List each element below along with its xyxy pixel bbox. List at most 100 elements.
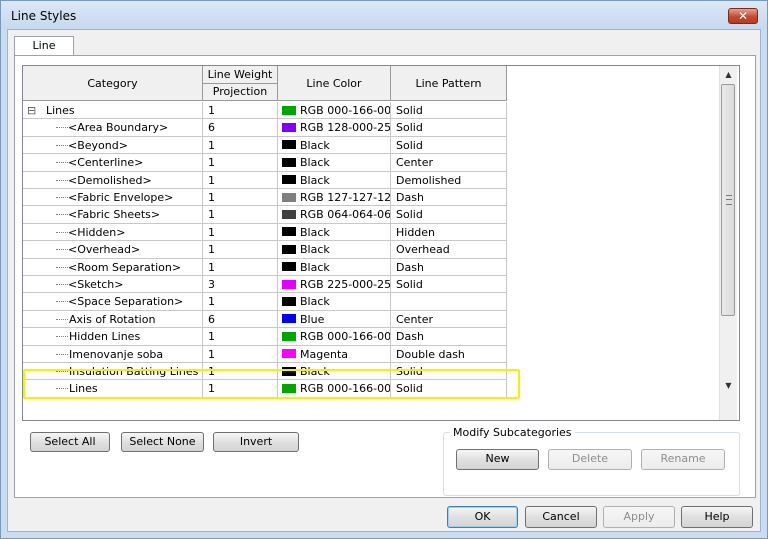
line-pattern-cell[interactable]: Center [391,310,507,329]
category-cell[interactable]: <Beyond> [23,136,203,155]
table-row[interactable]: Hidden Lines 1 RGB 000-166-000 Dash [23,328,507,346]
category-cell[interactable]: <Area Boundary> [23,119,203,137]
tab-line-styles[interactable]: Line Styles [14,36,74,70]
line-weight-cell[interactable]: 1 [203,102,278,120]
category-cell[interactable]: <Centerline> [23,154,203,172]
vertical-scrollbar[interactable]: ▲ ▼ [719,66,737,420]
scroll-down-icon[interactable]: ▼ [720,377,737,394]
header-line-color[interactable]: Line Color [278,66,391,101]
line-color-cell[interactable]: RGB 064-064-064 [278,206,391,224]
line-weight-cell[interactable]: 1 [203,189,278,207]
line-pattern-cell[interactable]: Dash [391,189,507,207]
line-pattern-cell[interactable]: Solid [391,206,507,224]
table-row[interactable]: <Beyond> 1 Black Solid [23,136,507,155]
table-row[interactable]: <Fabric Sheets> 1 RGB 064-064-064 Solid [23,206,507,224]
category-cell[interactable]: <Room Separation> [23,258,203,276]
ok-button[interactable]: OK [447,506,518,528]
line-weight-cell[interactable]: 6 [203,119,278,137]
line-pattern-cell[interactable]: Double dash [391,345,507,363]
line-weight-cell[interactable]: 1 [203,154,278,172]
line-pattern-cell[interactable]: Overhead [391,241,507,259]
line-color-cell[interactable]: RGB 128-000-255 [278,119,391,137]
table-row[interactable]: <Demolished> 1 Black Demolished [23,171,507,189]
line-pattern-cell[interactable]: Solid [391,102,507,120]
line-weight-cell[interactable]: 1 [203,171,278,189]
line-color-cell[interactable]: Black [278,171,391,189]
table-row[interactable]: Imenovanje soba 1 Magenta Double dash [23,345,507,363]
category-cell[interactable]: Hidden Lines [23,328,203,346]
line-weight-cell[interactable]: 1 [203,293,278,311]
new-subcategory-button[interactable]: New [456,449,539,470]
line-weight-cell[interactable]: 1 [203,258,278,276]
category-cell[interactable]: <Fabric Sheets> [23,206,203,224]
invert-button[interactable]: Invert [213,432,299,452]
line-pattern-cell[interactable]: Demolished [391,171,507,189]
header-category[interactable]: Category [23,66,203,101]
header-projection[interactable]: Projection [203,84,278,101]
line-pattern-cell[interactable]: Dash [391,328,507,346]
help-button[interactable]: Help [681,506,753,528]
line-pattern-cell[interactable]: Solid [391,276,507,294]
line-pattern-cell[interactable]: Dash [391,258,507,276]
line-color-cell[interactable]: Black [278,241,391,259]
line-weight-cell[interactable]: 1 [203,241,278,259]
delete-subcategory-button[interactable]: Delete [548,449,632,470]
category-cell[interactable]: <Space Separation> [23,293,203,311]
line-color-cell[interactable]: Black [278,258,391,276]
line-weight-cell[interactable]: 1 [203,136,278,155]
header-line-pattern[interactable]: Line Pattern [391,66,507,101]
line-color-cell[interactable]: RGB 000-166-000 [278,328,391,346]
line-weight-cell[interactable]: 3 [203,276,278,294]
category-cell[interactable]: Axis of Rotation [23,310,203,329]
category-cell[interactable]: <Demolished> [23,171,203,189]
line-color-cell[interactable]: Blue [278,310,391,329]
select-all-button[interactable]: Select All [30,432,110,452]
line-color-cell[interactable]: Black [278,136,391,155]
line-pattern-cell[interactable] [391,293,507,311]
line-color-cell[interactable]: Black [278,223,391,242]
title-bar[interactable]: Line Styles ✕ [1,1,767,29]
table-row[interactable]: <Hidden> 1 Black Hidden [23,223,507,242]
line-weight-cell[interactable]: 1 [203,223,278,242]
table-row[interactable]: <Room Separation> 1 Black Dash [23,258,507,276]
line-color-cell[interactable]: Magenta [278,345,391,363]
cancel-button[interactable]: Cancel [525,506,597,528]
line-color-cell[interactable]: Black [278,293,391,311]
line-color-cell[interactable]: RGB 127-127-127 [278,189,391,207]
color-label: Black [300,156,330,170]
line-color-cell[interactable]: Black [278,154,391,172]
line-color-cell[interactable]: RGB 225-000-255 [278,276,391,294]
category-cell[interactable]: <Sketch> [23,276,203,294]
select-none-button[interactable]: Select None [121,432,204,452]
line-weight-cell[interactable]: 1 [203,345,278,363]
table-row[interactable]: <Area Boundary> 6 RGB 128-000-255 Solid [23,119,507,137]
line-pattern-cell[interactable]: Hidden [391,223,507,242]
category-cell[interactable]: Imenovanje soba [23,345,203,363]
close-button[interactable]: ✕ [728,8,758,24]
table-row[interactable]: ⊟ Lines 1 RGB 000-166-000 Solid [23,102,507,120]
category-cell[interactable]: <Hidden> [23,223,203,242]
table-row[interactable]: <Sketch> 3 RGB 225-000-255 Solid [23,276,507,294]
apply-button[interactable]: Apply [603,506,675,528]
table-row[interactable]: <Space Separation> 1 Black [23,293,507,311]
tree-connector [56,214,68,216]
table-row[interactable]: Axis of Rotation 6 Blue Center [23,310,507,329]
line-color-cell[interactable]: RGB 000-166-000 [278,102,391,120]
line-weight-cell[interactable]: 6 [203,310,278,329]
rename-subcategory-button[interactable]: Rename [641,449,725,470]
line-weight-cell[interactable]: 1 [203,328,278,346]
header-line-weight: Line Weight [203,66,278,84]
line-weight-cell[interactable]: 1 [203,206,278,224]
line-pattern-cell[interactable]: Solid [391,136,507,155]
table-row[interactable]: <Fabric Envelope> 1 RGB 127-127-127 Dash [23,189,507,207]
table-row[interactable]: <Centerline> 1 Black Center [23,154,507,172]
collapse-icon[interactable]: ⊟ [27,102,36,118]
scroll-thumb[interactable] [721,84,735,316]
table-row[interactable]: <Overhead> 1 Black Overhead [23,241,507,259]
scroll-up-icon[interactable]: ▲ [720,66,737,83]
category-cell[interactable]: <Overhead> [23,241,203,259]
line-pattern-cell[interactable]: Solid [391,119,507,137]
line-pattern-cell[interactable]: Center [391,154,507,172]
category-cell[interactable]: <Fabric Envelope> [23,189,203,207]
category-cell[interactable]: ⊟ Lines [23,102,203,120]
